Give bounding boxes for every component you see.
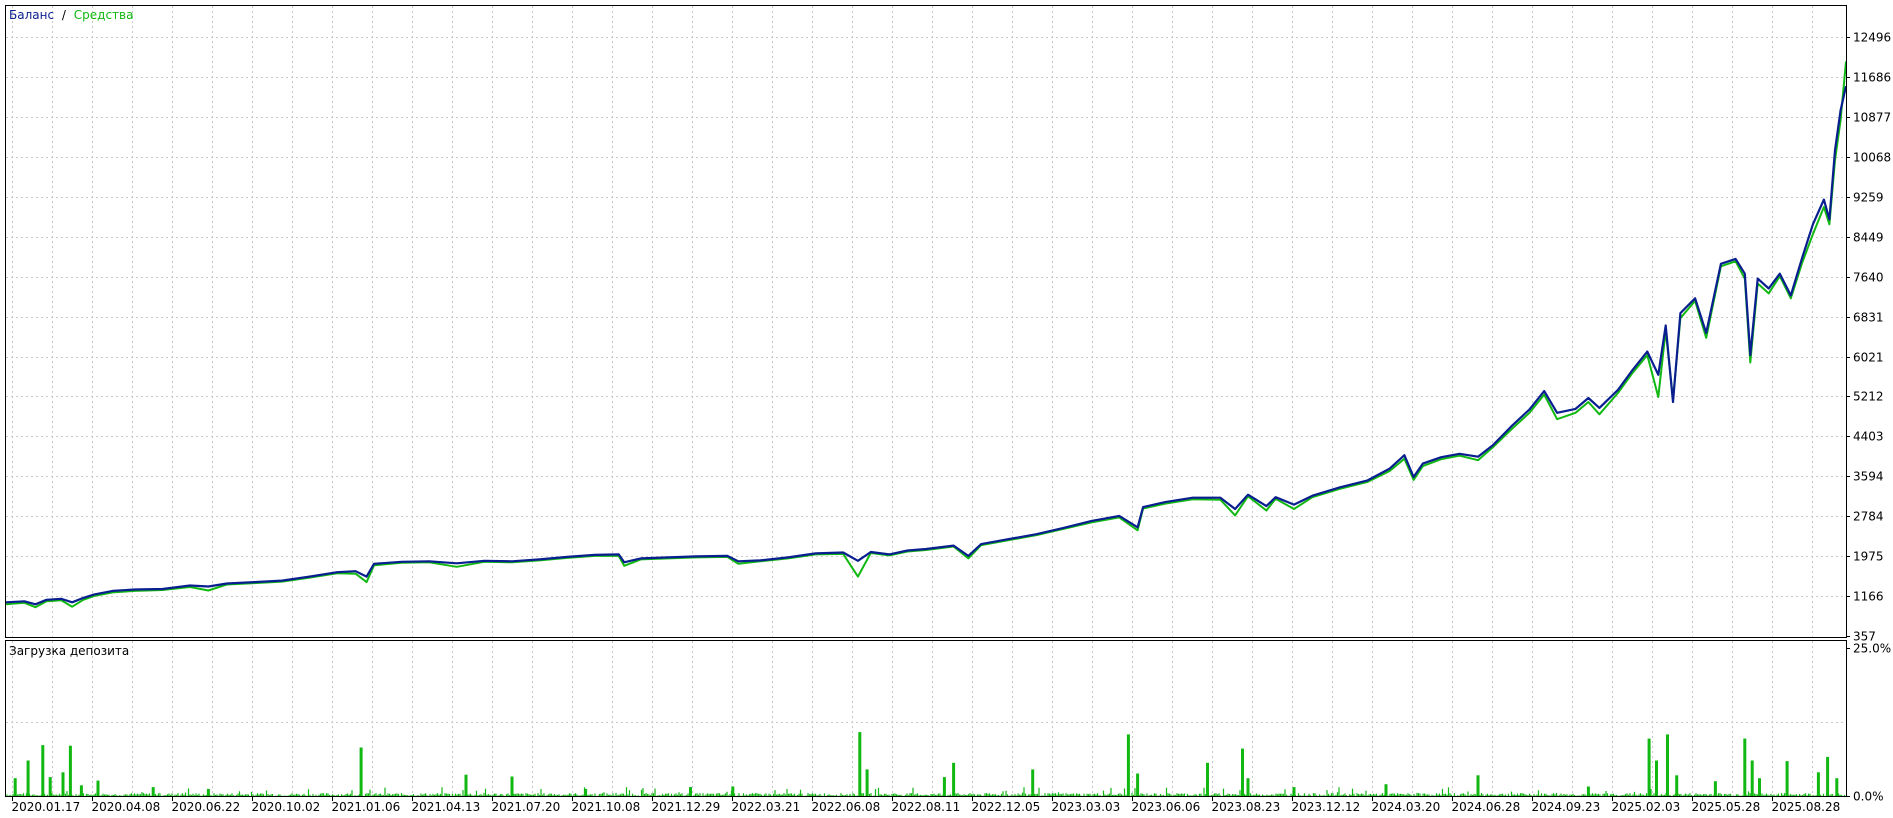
load-y-tick-label: 0.0% <box>1853 790 1884 804</box>
x-tick-label: 2020.04.08 <box>92 800 161 814</box>
load-spike-bar <box>41 745 45 796</box>
load-spike-bar <box>13 778 17 796</box>
x-tick-label: 2025.08.28 <box>1772 800 1841 814</box>
load-spike-bar <box>1206 762 1209 796</box>
x-tick-label: 2021.07.20 <box>492 800 561 814</box>
chart-background <box>0 0 1893 814</box>
main-y-tick-label: 10877 <box>1853 111 1891 125</box>
load-spike-bar <box>942 777 946 796</box>
load-spike-bar <box>1031 769 1035 796</box>
legend-balance: Баланс <box>9 8 54 22</box>
x-tick-label: 2022.03.21 <box>732 800 801 814</box>
x-tick-label: 2025.05.28 <box>1692 800 1761 814</box>
load-spike-bar <box>510 776 514 796</box>
main-y-tick-label: 2784 <box>1853 510 1884 524</box>
load-spike-bar <box>48 777 52 796</box>
load-spike-bar <box>1384 784 1388 796</box>
legend-separator: / <box>62 8 67 22</box>
load-spike-bar <box>96 780 100 796</box>
load-y-tick-label: 25.0% <box>1853 642 1891 656</box>
load-spike-bar <box>1816 772 1820 796</box>
load-spike-bar <box>1750 760 1754 796</box>
legend-equity: Средства <box>74 8 134 22</box>
x-tick-label: 2020.06.22 <box>172 800 241 814</box>
main-y-tick-label: 6831 <box>1853 311 1884 325</box>
x-tick-label: 2021.01.06 <box>332 800 401 814</box>
x-tick-label: 2024.03.20 <box>1372 800 1441 814</box>
x-axis: 2020.01.17 2020.04.08 2020.06.22 2020.10.02… <box>12 797 1841 814</box>
load-spike-bar <box>1835 778 1839 796</box>
load-spike-bar <box>1241 748 1244 796</box>
load-spike-bar <box>1126 734 1130 796</box>
x-tick-label: 2024.09.23 <box>1532 800 1601 814</box>
main-y-tick-label: 4403 <box>1853 430 1884 444</box>
x-tick-label: 2022.08.11 <box>892 800 961 814</box>
x-tick-label: 2023.12.12 <box>1292 800 1361 814</box>
load-spike-bar <box>1743 738 1747 796</box>
load-spike-bar <box>1758 778 1761 796</box>
x-tick-label: 2020.01.17 <box>12 800 81 814</box>
load-spike-bar <box>1785 761 1789 796</box>
load-spike-bar <box>206 788 210 796</box>
chart-svg: 12496 11686 10877 10068 9259 8449 7640 6831 6021… <box>0 0 1893 814</box>
load-spike-bar <box>1476 775 1480 796</box>
load-spike-bar <box>1675 775 1679 796</box>
main-y-tick-label: 9259 <box>1853 191 1884 205</box>
load-spike-bar <box>1655 760 1658 796</box>
main-y-tick-label: 7640 <box>1853 271 1884 285</box>
load-spike-bar <box>359 747 363 796</box>
load-spike-bar <box>464 774 468 796</box>
x-tick-label: 2023.03.03 <box>1052 800 1121 814</box>
load-spike-bar <box>61 772 65 796</box>
load-spike-bar <box>865 769 869 796</box>
main-y-tick-label: 1166 <box>1853 590 1884 604</box>
x-tick-label: 2020.10.02 <box>252 800 321 814</box>
main-y-tick-label: 1975 <box>1853 550 1884 564</box>
load-spike-bar <box>1586 786 1590 796</box>
load-spike-bar <box>952 762 956 796</box>
load-spike-bar <box>584 788 588 796</box>
x-tick-label: 2021.04.13 <box>412 800 481 814</box>
load-spike-bar <box>1647 738 1651 796</box>
load-spike-bar <box>1292 787 1296 796</box>
load-spike-bar <box>151 787 155 796</box>
main-y-tick-label: 11686 <box>1853 71 1891 85</box>
x-tick-label: 2021.10.08 <box>572 800 641 814</box>
load-spike-bar <box>1136 773 1140 796</box>
load-panel-title: Загрузка депозита <box>9 644 129 658</box>
x-tick-label: 2021.12.29 <box>652 800 721 814</box>
x-tick-label: 2022.12.05 <box>972 800 1041 814</box>
x-tick-label: 2023.06.06 <box>1132 800 1201 814</box>
main-y-tick-label: 12496 <box>1853 31 1891 45</box>
load-spike-bar <box>79 785 83 796</box>
main-y-tick-label: 10068 <box>1853 151 1891 165</box>
load-spike-bar <box>1246 778 1250 796</box>
load-spike-bar <box>26 760 30 796</box>
tester-graph: 12496 11686 10877 10068 9259 8449 7640 6831 6021… <box>0 0 1893 814</box>
x-tick-label: 2024.06.28 <box>1452 800 1521 814</box>
load-spike-bar <box>68 745 72 796</box>
main-y-tick-label: 6021 <box>1853 351 1884 365</box>
load-spike-bar <box>858 732 862 796</box>
load-spike-bar <box>1826 756 1830 796</box>
main-y-tick-label: 5212 <box>1853 390 1884 404</box>
load-spike-bar <box>1666 734 1669 796</box>
x-tick-label: 2023.08.23 <box>1212 800 1281 814</box>
load-spike-bar <box>689 787 692 796</box>
main-y-tick-label: 8449 <box>1853 231 1884 245</box>
x-tick-label: 2025.02.03 <box>1612 800 1681 814</box>
load-spike-bar <box>731 786 735 796</box>
load-spike-bar <box>1713 781 1717 796</box>
x-tick-label: 2022.06.08 <box>812 800 881 814</box>
main-y-tick-label: 3594 <box>1853 470 1884 484</box>
